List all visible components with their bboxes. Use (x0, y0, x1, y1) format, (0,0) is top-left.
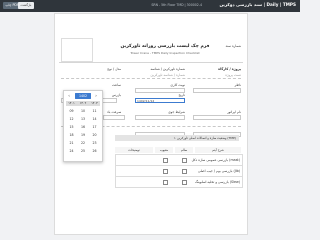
logo-box (61, 38, 93, 62)
operator-input[interactable] (193, 115, 241, 120)
datepicker-cell[interactable]: 19 (78, 132, 89, 139)
section-header: ۱. وضعیت سازه و اتصالات اصلی تاورکرین (T… (115, 135, 239, 141)
col-note-header: توضیحات (115, 147, 153, 153)
datepicker-cell[interactable]: 11 (89, 108, 100, 115)
nok-checkbox[interactable] (163, 158, 168, 163)
datepicker-cell[interactable]: 14 (89, 116, 100, 123)
col-item-header: شرح آیتم (195, 147, 241, 153)
datepicker-cell[interactable]: 22 (78, 140, 89, 147)
document-subtitle: SRN - 5th Floor TMD | 300002-4 (151, 2, 202, 7)
col-ok-header: سالم (175, 147, 193, 153)
datepicker-cell[interactable]: 17 (89, 124, 100, 131)
datepicker-cell[interactable]: 16 (78, 124, 89, 131)
supervisor-label: ناظر (234, 83, 241, 87)
nok-checkbox[interactable] (163, 180, 168, 185)
nok-checkbox[interactable] (163, 169, 168, 174)
section-title: ۱. وضعیت سازه و اتصالات اصلی تاورکرین (T… (173, 136, 236, 140)
header-divider (59, 62, 243, 63)
model-label: مدل / نوع (107, 67, 121, 71)
datepicker-cell[interactable]: 25 (78, 148, 89, 155)
datepicker-cell[interactable]: 24 (66, 148, 77, 155)
time-label: ساعت (112, 83, 121, 87)
project-value[interactable]: تست پروژه (225, 73, 241, 77)
ok-checkbox[interactable] (182, 169, 187, 174)
datepicker-cell[interactable]: 15 (66, 124, 77, 131)
datepicker-cell[interactable]: 21 (66, 140, 77, 147)
datepicker-cell[interactable]: 09 (66, 108, 77, 115)
ok-checkbox[interactable] (182, 158, 187, 163)
row-item: بازرسی عمومی سازه دکل (mast) (191, 158, 240, 162)
chevron-right-icon[interactable]: › (93, 93, 99, 99)
date-input[interactable]: 1402/11/12 (135, 98, 185, 103)
table-row: بازرسی و تخلیه اسلوینگ (Slew) (115, 176, 243, 188)
form-subtitle: Tower Crane - TMPS Daily Inspection Chec… (130, 51, 200, 55)
chevron-left-icon[interactable]: ‹ (66, 93, 72, 99)
datepicker-header-row: ۱۴۰۱ ۱۴۰۲ ۱۴۰۳ (66, 101, 100, 106)
weather-label: شرایط جوی (168, 110, 185, 114)
row-divider (61, 78, 241, 79)
datepicker-cell[interactable]: 18 (66, 132, 77, 139)
datepicker-nav: ‹ 1402 › (66, 93, 100, 99)
project-label: پروژه / کارگاه (218, 67, 241, 71)
top-navbar: چاپ PDF بازگشت SRN - 5th Floor TMD | 300… (0, 0, 300, 12)
datepicker-cell[interactable]: 26 (89, 148, 100, 155)
document-title: سند بازرسی دوکرین | Daily | TMPS (219, 2, 296, 7)
datepicker-cell[interactable]: 12 (66, 116, 77, 123)
back-button[interactable]: بازگشت (18, 2, 34, 9)
supervisor-input[interactable] (193, 88, 241, 93)
shift-label: نوبت کاری (170, 83, 185, 87)
date-label: تاریخ (178, 93, 185, 97)
crane-no-value[interactable]: شماره / شناسه تاورکرین (151, 73, 185, 77)
datepicker-header: ۱۴۰۳ (91, 101, 98, 105)
form-title: فرم چک لیست بازرسی روزانه تاورکرین (120, 44, 210, 49)
ok-checkbox[interactable] (182, 180, 187, 185)
weather-input[interactable] (135, 115, 185, 120)
datepicker-cell[interactable]: 13 (78, 116, 89, 123)
operator-label: نام اپراتور (227, 110, 241, 114)
datepicker-cell[interactable]: 20 (89, 132, 100, 139)
date-picker-popup: ‹ 1402 › ۱۴۰۱ ۱۴۰۲ ۱۴۰۳ 09 10 11 12 13 14 15 16… (63, 90, 103, 162)
doc-number-label: شماره سند (225, 44, 241, 48)
datepicker-header: ۱۴۰۲ (79, 101, 87, 105)
crane-no-label: شماره تاورکرین / شناسه (150, 67, 185, 71)
inspector-label: بازرس (111, 93, 121, 97)
wind-label: سرعت باد (107, 110, 122, 114)
col-nok-header: معیوب (155, 147, 173, 153)
datepicker-year[interactable]: 1402 (75, 93, 91, 99)
datepicker-header: ۱۴۰۱ (68, 101, 75, 105)
row-item: بازرسی بوم / جیب اصلی (Jib) (197, 169, 240, 173)
datepicker-cell[interactable]: 10 (78, 108, 89, 115)
datepicker-cell[interactable]: 23 (89, 140, 100, 147)
row-item: بازرسی و تخلیه اسلوینگ (Slew) (195, 180, 240, 184)
wind-input[interactable] (103, 115, 125, 120)
